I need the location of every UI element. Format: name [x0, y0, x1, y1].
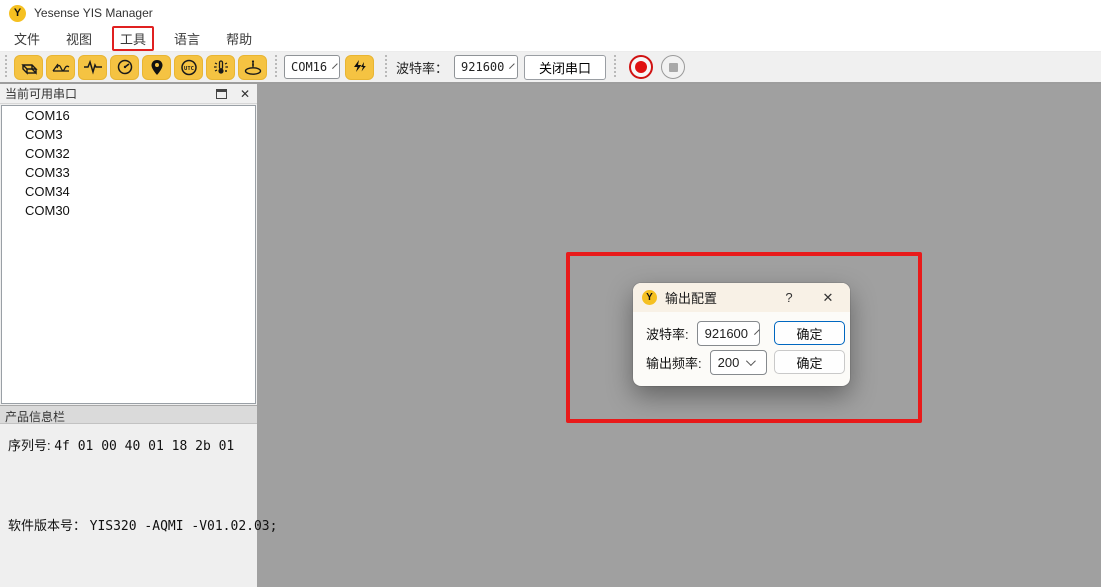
dialog-baud-select[interactable]: 921600 — [697, 321, 760, 346]
dock-header: 当前可用串口 ✕ — [0, 84, 257, 104]
dialog-baud-label: 波特率: — [646, 324, 689, 343]
serial-port-dock: 当前可用串口 ✕ COM16 COM3 COM32 COM33 COM34 CO… — [0, 84, 257, 587]
record-icon — [635, 61, 647, 73]
dialog-title: 输出配置 — [665, 288, 778, 307]
menu-item-view[interactable]: 视图 — [60, 26, 98, 51]
baud-rate-label: 波特率： — [396, 58, 448, 77]
record-button[interactable] — [629, 55, 653, 79]
stop-icon — [669, 63, 678, 72]
baud-rate-select[interactable]: 921600 — [454, 55, 518, 79]
menu-item-language[interactable]: 语言 — [168, 26, 206, 51]
software-version-value: YIS320 -AQMI -V01.02.03; — [90, 519, 278, 534]
port-select[interactable]: COM16 — [284, 55, 340, 79]
dialog-title-bar: Y 输出配置 ? ✕ — [633, 283, 850, 312]
menu-item-help[interactable]: 帮助 — [220, 26, 258, 51]
output-freq-row: 输出频率: 200 — [646, 350, 767, 375]
software-version-line: 软件版本号： YIS320 -AQMI -V01.02.03; — [8, 515, 277, 534]
software-version-label: 软件版本号： — [8, 518, 90, 533]
pressure-sensor-icon[interactable] — [238, 55, 267, 80]
list-item-port[interactable]: COM3 — [2, 125, 255, 144]
box-3d-icon[interactable] — [14, 55, 43, 80]
chevron-down-icon — [509, 63, 515, 69]
dialog-freq-value: 200 — [718, 355, 740, 370]
serial-number-value: 4f 01 00 40 01 18 2b 01 — [54, 439, 234, 454]
dialog-freq-label: 输出频率: — [646, 353, 702, 372]
serial-number-label: 序列号: — [8, 438, 54, 453]
menu-bar: 文件 视图 工具 语言 帮助 — [0, 26, 1101, 52]
toolbar-drag-handle[interactable] — [5, 55, 10, 79]
window-title: Yesense YIS Manager — [34, 6, 153, 20]
dialog-close-button[interactable]: ✕ — [816, 290, 840, 306]
serial-port-list: COM16 COM3 COM32 COM33 COM34 COM30 — [1, 105, 256, 404]
toolbar-drag-handle[interactable] — [385, 55, 390, 79]
toolbar-drag-handle[interactable] — [275, 55, 280, 79]
baud-confirm-button[interactable]: 确定 — [774, 321, 845, 345]
location-pin-icon[interactable] — [142, 55, 171, 80]
close-serial-port-button[interactable]: 关闭串口 — [524, 55, 606, 80]
list-item-port[interactable]: COM32 — [2, 144, 255, 163]
title-bar: Y Yesense YIS Manager — [0, 0, 1101, 26]
toolbar-drag-handle[interactable] — [614, 55, 619, 79]
stop-button[interactable] — [661, 55, 685, 79]
freq-confirm-button[interactable]: 确定 — [774, 350, 845, 374]
port-select-value: COM16 — [291, 60, 327, 74]
product-info-header: 产品信息栏 — [0, 405, 257, 424]
chevron-down-icon — [754, 329, 760, 335]
output-config-dialog: Y 输出配置 ? ✕ 波特率: 921600 确定 输出频率: 200 确定 — [633, 283, 850, 386]
chevron-down-icon — [746, 356, 756, 366]
baud-rate-row: 波特率: 921600 — [646, 321, 760, 346]
list-item-port[interactable]: COM16 — [2, 106, 255, 125]
dialog-freq-select[interactable]: 200 — [710, 350, 767, 375]
serial-number-line: 序列号: 4f 01 00 40 01 18 2b 01 — [8, 435, 234, 454]
dialog-logo-icon: Y — [642, 290, 657, 305]
list-item-port[interactable]: COM34 — [2, 182, 255, 201]
svg-text:UTC: UTC — [184, 66, 194, 72]
dialog-baud-value: 921600 — [705, 326, 748, 341]
list-item-port[interactable]: COM33 — [2, 163, 255, 182]
chevron-down-icon — [332, 63, 338, 69]
list-item-port[interactable]: COM30 — [2, 201, 255, 220]
app-logo-icon: Y — [9, 5, 26, 22]
dock-float-icon[interactable] — [216, 89, 227, 99]
pulse-wave-icon[interactable] — [78, 55, 107, 80]
gauge-icon[interactable] — [110, 55, 139, 80]
signal-wave-icon[interactable] — [46, 55, 75, 80]
main-toolbar: UTC COM16 波特率： 921600 关闭串口 — [0, 52, 1101, 84]
thermometer-icon[interactable] — [206, 55, 235, 80]
dock-close-icon[interactable]: ✕ — [237, 87, 253, 101]
menu-item-file[interactable]: 文件 — [8, 26, 46, 51]
dock-title: 当前可用串口 — [5, 85, 77, 102]
menu-item-tools[interactable]: 工具 — [112, 26, 154, 51]
baud-rate-value: 921600 — [461, 60, 504, 74]
refresh-ports-button[interactable] — [345, 55, 374, 80]
dialog-help-button[interactable]: ? — [778, 290, 800, 305]
utc-clock-icon[interactable]: UTC — [174, 55, 203, 80]
